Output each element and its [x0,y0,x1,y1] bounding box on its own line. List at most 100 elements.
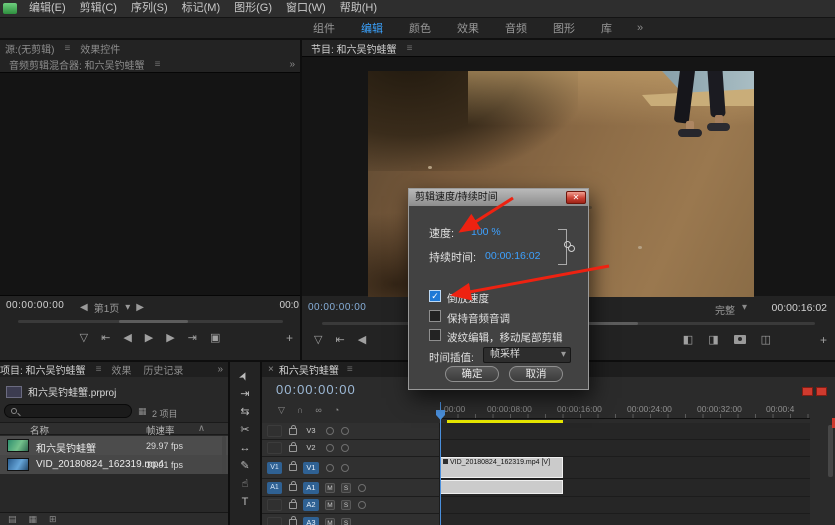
mute-button[interactable]: M [325,518,335,525]
track-target-v1[interactable]: V1 [303,462,319,474]
tab-effect-controls[interactable]: 效果控件 [75,41,125,56]
track-lane-v3[interactable] [440,423,810,439]
lock-icon[interactable] [289,464,297,471]
panel-menu-icon[interactable]: ≡ [152,59,164,70]
project-item-row[interactable]: VID_20180824_162319.mp4 30.01 fps [0,455,228,474]
list-view-icon[interactable]: ▤ [8,514,17,525]
button-editor-plus-icon[interactable]: + [286,331,293,345]
track-target-a2[interactable]: A2 [303,499,319,511]
source-patch[interactable] [267,517,282,525]
go-to-in-icon[interactable]: ⇤ [101,331,110,344]
project-scrollbar[interactable] [222,436,226,474]
menu-sequence[interactable]: 序列(S) [124,0,175,17]
chevron-down-icon[interactable]: ▾ [125,302,130,313]
tab-overflow-icon[interactable]: » [289,59,295,70]
timeline-vert-scrollbar[interactable] [828,425,833,477]
source-page-selector[interactable]: ◀ 第1页 ▾ ▶ [80,300,144,315]
track-lane-v2[interactable] [440,440,810,456]
icon-view-icon[interactable]: ▦ [29,514,38,525]
comparison-view-icon[interactable]: ◫ [761,333,771,346]
panel-menu-icon[interactable]: ≡ [61,43,73,54]
speed-value[interactable]: 100 % [471,226,501,238]
page-next-icon[interactable]: ▶ [136,302,144,313]
solo-button[interactable]: S [341,500,351,510]
solo-button[interactable]: S [341,483,351,493]
source-patch-a1[interactable]: A1 [267,482,282,494]
close-icon[interactable]: × [268,364,274,375]
panel-menu-icon[interactable]: ≡ [93,364,105,375]
page-prev-icon[interactable]: ◀ [80,302,88,313]
audio-clip[interactable] [440,480,563,494]
video-clip[interactable]: VID_20180824_162319.mp4 [V] [440,457,563,478]
track-lane-a2[interactable] [440,497,810,513]
track-target-a3[interactable]: A3 [303,517,319,525]
duration-value[interactable]: 00:00:16:02 [485,250,540,262]
step-back-icon[interactable]: ◀ [123,331,131,344]
workspace-assembly[interactable]: 组件 [300,20,348,36]
pen-tool[interactable]: ✎ [240,461,249,472]
record-arm-icon[interactable] [358,501,366,509]
tab-project[interactable]: 项目: 和六吴钓蛙蟹 [0,362,91,377]
toggle-output-icon[interactable] [326,427,334,435]
chevron-down-icon[interactable]: ▾ [742,302,747,313]
mute-button[interactable]: M [325,483,335,493]
step-forward-icon[interactable]: ▶ [166,331,174,344]
solo-button[interactable]: S [341,518,351,525]
tab-history[interactable]: 历史记录 [138,362,188,377]
lock-icon[interactable] [289,519,297,525]
track-lane-v1[interactable]: VID_20180824_162319.mp4 [V] [440,457,810,478]
record-arm-icon[interactable] [358,484,366,492]
lock-icon[interactable] [289,484,297,491]
workspace-audio[interactable]: 音频 [492,20,540,36]
nest-icon[interactable]: ▽ [278,405,285,416]
lock-icon[interactable] [289,428,297,435]
tab-audio-clip-mixer[interactable]: 音频剪辑混合器: 和六吴钓蛙蟹 [4,57,150,72]
selection-tool[interactable]: ➤ [238,370,252,383]
track-target-a1[interactable]: A1 [303,482,319,494]
timeline-ruler[interactable]: 00:00 00:00:08:00 00:00:16:00 00:00:24:0… [440,402,810,419]
toggle-output-icon[interactable] [326,464,334,472]
menu-help[interactable]: 帮助(H) [333,0,384,17]
menu-graphics[interactable]: 图形(G) [227,0,279,17]
type-tool[interactable]: T [242,497,249,508]
maintain-audio-pitch-label[interactable]: 保持音频音调 [447,311,510,326]
play-icon[interactable]: ▶ [145,331,153,344]
lock-icon[interactable] [289,502,297,509]
workspace-editing[interactable]: 编辑 [348,20,396,36]
menu-window[interactable]: 窗口(W) [279,0,333,17]
tab-overflow-icon[interactable]: » [217,364,223,375]
hand-tool[interactable]: ☝ [242,479,249,490]
tab-program-monitor[interactable]: 节目: 和六吴钓蛙蟹 [306,41,402,56]
workspace-libraries[interactable]: 库 [588,20,625,36]
step-back-icon[interactable]: ◀ [358,333,366,346]
panel-menu-icon[interactable]: ≡ [404,43,416,54]
red-marker[interactable] [802,387,813,396]
column-framerate[interactable]: 帧速率 [146,423,175,437]
source-patch[interactable] [267,499,282,511]
timeline-timecode[interactable]: 00:00:00:00 [276,382,356,397]
menu-clip[interactable]: 剪辑(C) [73,0,124,17]
snap-icon[interactable]: ∩ [297,405,303,416]
link-chain-icon[interactable] [564,241,575,252]
work-area-bar[interactable] [447,420,563,423]
lock-icon[interactable] [289,445,297,452]
project-item-row[interactable]: 和六吴钓蛙蟹 29.97 fps [0,436,228,455]
razor-tool[interactable]: ✂ [240,425,249,436]
toggle-sync-icon[interactable] [341,464,349,472]
go-to-out-icon[interactable]: ⇥ [188,331,197,344]
tab-source-no-clip[interactable]: 源:(无剪辑) [0,41,59,56]
add-marker-icon[interactable]: ▽ [80,331,88,344]
ripple-edit-tool[interactable]: ⇆ [240,407,249,418]
source-patch[interactable] [267,442,282,454]
button-editor-plus-icon[interactable]: + [820,333,827,347]
toggle-sync-icon[interactable] [341,444,349,452]
reverse-speed-checkbox[interactable]: ✓ [429,290,441,302]
new-item-icon[interactable]: ⊞ [49,514,57,525]
list-view-icon[interactable]: ▦ [138,406,147,417]
toggle-sync-icon[interactable] [341,427,349,435]
mute-button[interactable]: M [325,500,335,510]
export-frame-camera-icon[interactable] [734,335,746,344]
playback-resolution[interactable]: 完整 [715,302,735,317]
track-lane-a3[interactable] [440,514,810,525]
tab-effects[interactable]: 效果 [106,362,136,377]
